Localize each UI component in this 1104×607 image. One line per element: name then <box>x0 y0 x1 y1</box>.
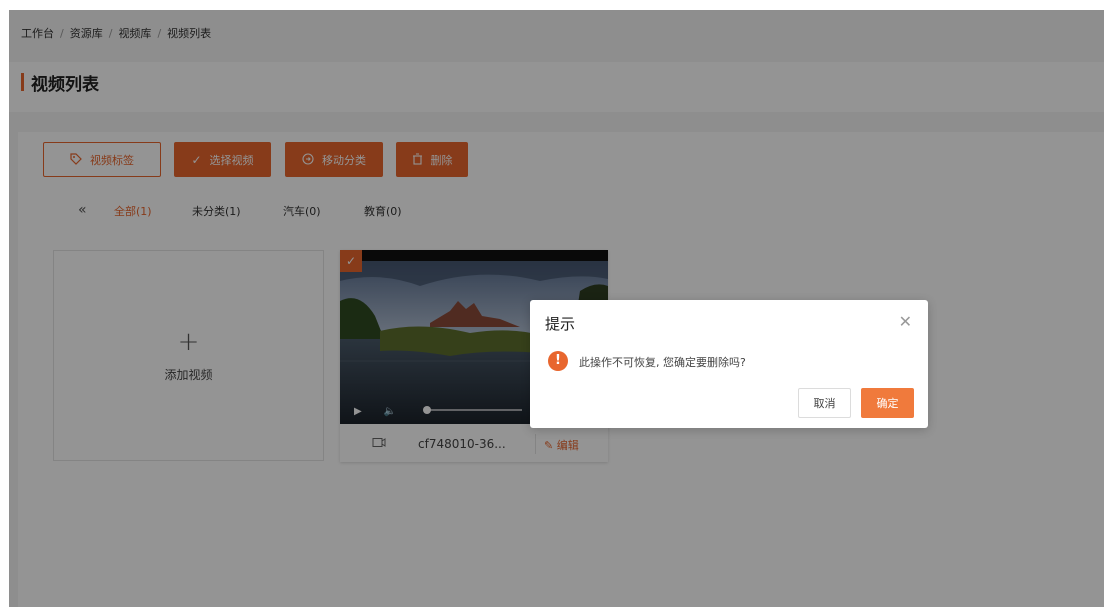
cancel-button[interactable]: 取消 <box>798 388 851 418</box>
dialog-title: 提示 <box>545 315 576 333</box>
confirm-dialog: 提示 ✕ ! 此操作不可恢复, 您确定要删除吗? 取消 确定 <box>530 300 928 428</box>
confirm-button[interactable]: 确定 <box>861 388 914 418</box>
warning-icon: ! <box>548 351 568 371</box>
close-icon[interactable]: ✕ <box>899 312 912 331</box>
dialog-message: 此操作不可恢复, 您确定要删除吗? <box>579 356 746 369</box>
